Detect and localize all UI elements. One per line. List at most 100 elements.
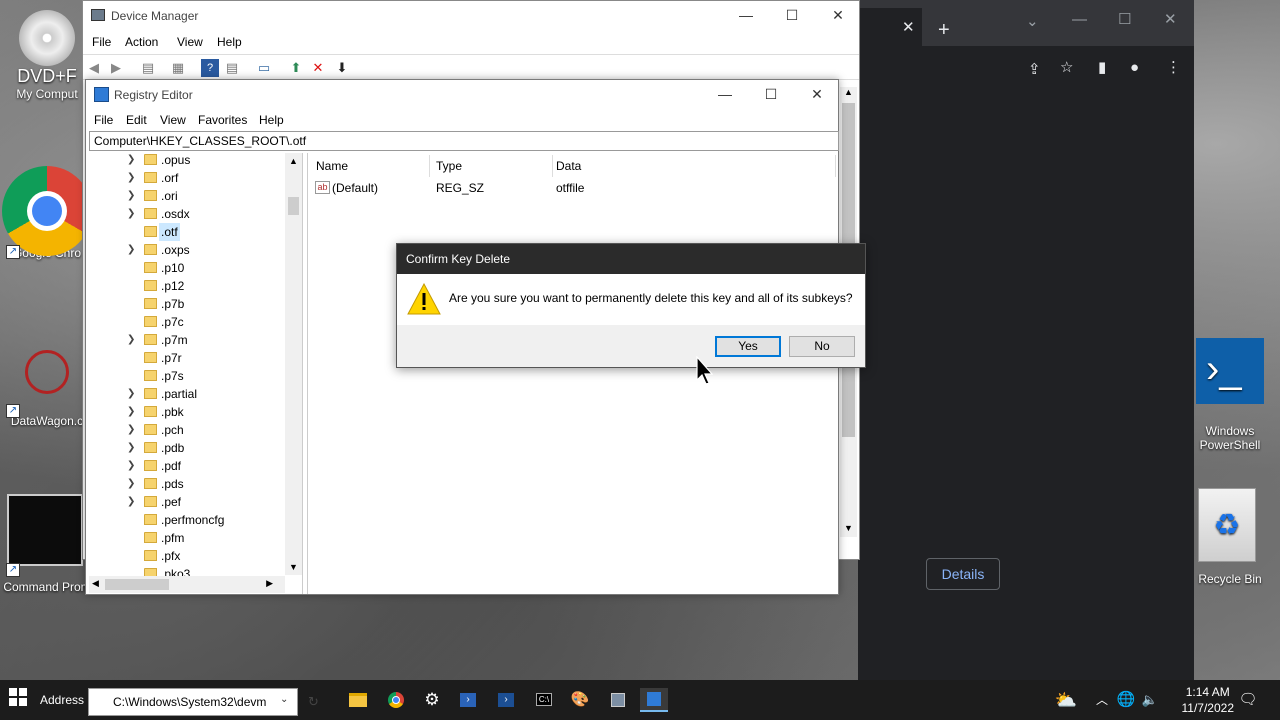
kebab-menu-icon[interactable]: ⋮ [1166,60,1181,76]
tree-horizontal-scrollbar[interactable]: ◀ ▶ [89,576,285,593]
paint-icon[interactable]: 🎨 [568,688,592,712]
address-bar[interactable]: Computer\HKEY_CLASSES_ROOT\.otf [89,131,839,151]
menu-view[interactable]: View [177,35,203,49]
tree-item[interactable]: .p7c [89,313,289,331]
side-panel-icon[interactable]: ▮ [1098,60,1106,76]
tree-item[interactable]: ❯ .pdf [89,457,289,475]
scroll-up-icon[interactable]: ▲ [285,153,302,169]
menu-favorites[interactable]: Favorites [198,113,247,127]
download-icon[interactable]: ⬇ [333,59,351,77]
share-icon[interactable]: ⇪ [1028,62,1041,78]
notification-icon[interactable]: 🗨 [1236,688,1260,712]
command-prompt-taskbar-icon[interactable]: C:\ [532,688,556,712]
tree-item[interactable]: .otf [89,223,289,241]
tree-item[interactable]: ❯ .osdx [89,205,289,223]
tree-item[interactable]: ❯ .ori [89,187,289,205]
column-separator[interactable] [552,155,553,177]
tree-item[interactable]: .p7b [89,295,289,313]
profile-icon[interactable]: ● [1130,60,1139,76]
expand-chevron-icon[interactable]: ❯ [127,403,135,421]
maximize-icon[interactable]: ☐ [1118,12,1131,28]
minimize-icon[interactable]: — [1072,12,1087,28]
menu-view[interactable]: View [160,113,186,127]
view-icon[interactable]: ▤ [139,59,157,77]
scroll-left-icon[interactable]: ◀ [92,578,99,589]
start-button[interactable] [6,688,30,712]
dialog-title[interactable]: Confirm Key Delete [397,244,865,274]
close-icon[interactable]: ✕ [1164,12,1177,28]
device-manager-titlebar[interactable]: Device Manager — ☐ ✕ [83,1,859,32]
menu-file[interactable]: File [92,35,111,49]
menu-action[interactable]: Action [125,35,158,49]
desktop-icon-command-prompt[interactable]: Command Prom [2,494,92,594]
list-icon[interactable]: ▤ [223,59,241,77]
file-explorer-icon[interactable] [346,688,370,712]
back-icon[interactable]: ◀ [85,59,103,77]
chevron-down-icon[interactable]: ⌄ [1026,14,1039,30]
no-button[interactable]: No [789,336,855,357]
network-icon[interactable]: 🌐 [1114,688,1138,712]
registry-editor-taskbar-icon[interactable] [640,688,668,712]
new-tab-icon[interactable]: + [938,20,950,40]
tree-item[interactable]: ❯ .orf [89,169,289,187]
column-separator[interactable] [429,155,430,177]
tree-item[interactable]: .pfx [89,547,289,565]
yes-button[interactable]: Yes [715,336,781,357]
menu-file[interactable]: File [94,113,113,127]
expand-chevron-icon[interactable]: ❯ [127,421,135,439]
scrollbar-thumb[interactable] [105,579,169,590]
scroll-up-icon[interactable]: ▲ [840,87,857,101]
expand-chevron-icon[interactable]: ❯ [127,187,135,205]
refresh-icon[interactable]: ↻ [308,694,319,710]
scroll-right-icon[interactable]: ▶ [266,578,273,589]
expand-chevron-icon[interactable]: ❯ [127,241,135,259]
column-header-name[interactable]: Name [316,159,348,173]
menu-help[interactable]: Help [217,35,242,49]
maximize-icon[interactable]: ☐ [769,7,815,24]
device-manager-taskbar-icon[interactable] [606,688,630,712]
scroll-down-icon[interactable]: ▼ [840,523,857,537]
weather-icon[interactable]: ⛅ [1054,688,1078,712]
tree-item[interactable]: ❯ .pch [89,421,289,439]
details-button[interactable]: Details [926,558,1000,590]
star-icon[interactable]: ☆ [1060,60,1073,76]
minimize-icon[interactable]: — [702,86,748,102]
column-separator[interactable] [835,155,836,177]
volume-muted-icon[interactable]: 🔈 [1138,688,1162,712]
expand-chevron-icon[interactable]: ❯ [127,493,135,511]
tree-item[interactable]: ❯ .pds [89,475,289,493]
expand-chevron-icon[interactable]: ❯ [127,331,135,349]
tree-item[interactable]: ❯ .p7m [89,331,289,349]
tree-item[interactable]: ❯ .pef [89,493,289,511]
registry-editor-titlebar[interactable]: Registry Editor — ☐ ✕ [86,80,838,110]
tree-item[interactable]: .p7r [89,349,289,367]
expand-chevron-icon[interactable]: ❯ [127,475,135,493]
value-row[interactable]: ab (Default) REG_SZ otffile [308,179,708,197]
tree-item[interactable]: ❯ .partial [89,385,289,403]
tree-item[interactable]: .p7s [89,367,289,385]
tree-item[interactable]: ❯ .pdb [89,439,289,457]
powershell-alt-taskbar-icon[interactable]: › [494,688,518,712]
tree-item[interactable]: ❯ .oxps [89,241,289,259]
column-header-data[interactable]: Data [556,159,581,173]
desktop-icon-dvd[interactable]: DVD+F My Comput [2,10,92,101]
expand-chevron-icon[interactable]: ❯ [127,457,135,475]
help-icon[interactable]: ? [201,59,219,77]
menu-help[interactable]: Help [259,113,284,127]
expand-chevron-icon[interactable]: ❯ [127,153,135,169]
expand-chevron-icon[interactable]: ❯ [127,169,135,187]
address-dropdown-icon[interactable]: ⌄ [280,694,288,705]
tree-item[interactable]: .perfmoncfg [89,511,289,529]
desktop-icon-powershell[interactable]: ›_ Windows PowerShell [1180,338,1280,452]
close-tab-icon[interactable]: ✕ [902,20,915,36]
maximize-icon[interactable]: ☐ [748,86,794,103]
close-icon[interactable]: ✕ [815,7,861,24]
properties-icon[interactable]: ▦ [169,59,187,77]
scrollbar-thumb[interactable] [288,197,299,215]
minimize-icon[interactable]: — [723,7,769,23]
uninstall-icon[interactable]: ✕ [309,59,327,77]
column-header-type[interactable]: Type [436,159,462,173]
forward-icon[interactable]: ▶ [107,59,125,77]
system-clock[interactable]: 1:14 AM 11/7/2022 [1182,684,1235,716]
expand-chevron-icon[interactable]: ❯ [127,439,135,457]
